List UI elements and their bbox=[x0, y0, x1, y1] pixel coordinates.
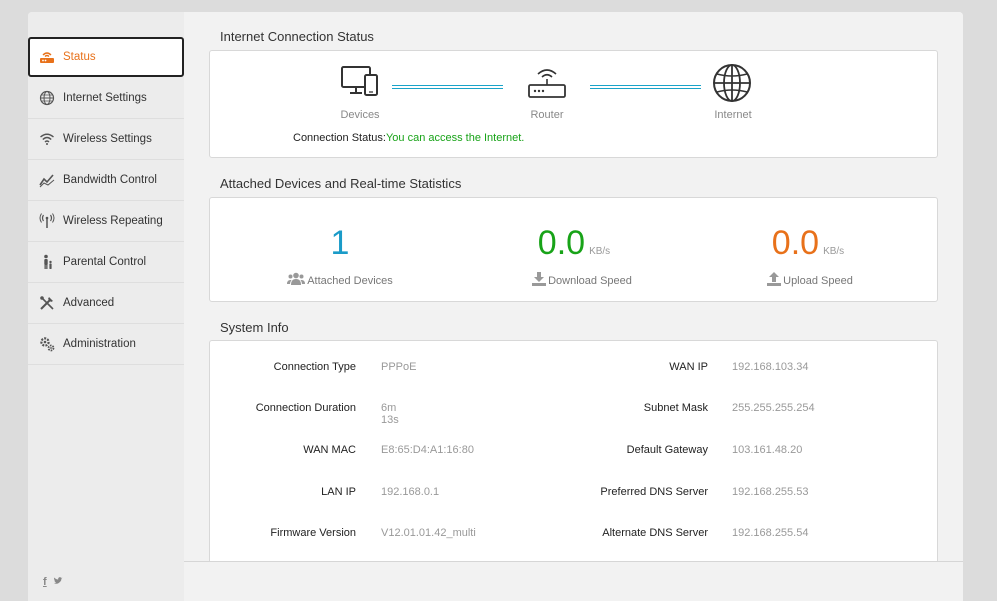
sidebar-item-label: Wireless Repeating bbox=[63, 215, 163, 227]
sidebar-item-advanced[interactable]: Advanced bbox=[28, 283, 184, 324]
upload-speed-stat: 0.0 KB/s bbox=[708, 224, 908, 263]
users-group-icon bbox=[287, 272, 306, 289]
system-info-panel: Connection Type PPPoE Connection Duratio… bbox=[209, 340, 938, 570]
upload-speed-value: 0.0 bbox=[771, 224, 820, 262]
statistics-panel: 1 Attached Devices 0.0 KB/s Download Spee… bbox=[209, 197, 938, 302]
gears-icon bbox=[38, 335, 56, 353]
upload-speed-caption: Upload Speed bbox=[710, 272, 910, 289]
sidebar: Status Internet Settings Wireless Settin… bbox=[28, 12, 184, 601]
devices-label: Devices bbox=[340, 109, 380, 121]
attached-devices-count: 1 bbox=[330, 224, 350, 262]
attached-devices-label: Attached Devices bbox=[307, 274, 393, 287]
connection-status-line: Connection Status:You can access the Int… bbox=[293, 132, 524, 144]
sidebar-item-label: Wireless Settings bbox=[63, 133, 152, 145]
social-links: f bbox=[43, 576, 63, 589]
wifi-icon bbox=[38, 130, 56, 148]
sidebar-item-wireless-repeating[interactable]: Wireless Repeating bbox=[28, 201, 184, 242]
download-speed-caption: Download Speed bbox=[482, 272, 682, 289]
info-value: 192.168.0.1 bbox=[381, 486, 440, 498]
system-info-title: System Info bbox=[220, 320, 289, 335]
connection-status-title: Internet Connection Status bbox=[220, 29, 374, 44]
info-value: 255.255.255.254 bbox=[732, 402, 815, 414]
twitter-icon[interactable] bbox=[53, 576, 63, 589]
info-key: Subnet Mask bbox=[643, 402, 708, 414]
app-frame: Status Internet Settings Wireless Settin… bbox=[28, 12, 963, 601]
info-value: V12.01.01.42_multi bbox=[381, 527, 476, 539]
facebook-icon[interactable]: f bbox=[43, 576, 47, 589]
internet-label: Internet bbox=[714, 109, 752, 121]
chart-line-icon bbox=[38, 171, 56, 189]
attached-devices-stat: 1 bbox=[240, 224, 440, 263]
info-value: E8:65:D4:A1:16:80 bbox=[381, 444, 474, 456]
statistics-title: Attached Devices and Real-time Statistic… bbox=[220, 176, 462, 191]
info-key: Connection Type bbox=[273, 361, 356, 373]
router-label: Router bbox=[530, 109, 564, 121]
connection-status-value: You can access the Internet. bbox=[385, 132, 525, 144]
parent-child-icon bbox=[38, 253, 56, 271]
info-key: Preferred DNS Server bbox=[600, 486, 708, 498]
upload-speed-label: Upload Speed bbox=[783, 274, 853, 287]
sidebar-nav: Status Internet Settings Wireless Settin… bbox=[28, 37, 184, 365]
download-speed-value: 0.0 bbox=[537, 224, 586, 262]
upload-speed-unit: KB/s bbox=[823, 246, 845, 257]
info-key: Default Gateway bbox=[626, 444, 708, 456]
info-value: 103.161.48.20 bbox=[732, 444, 803, 456]
download-speed-label: Download Speed bbox=[548, 274, 632, 287]
sidebar-item-label: Status bbox=[63, 51, 96, 63]
main-content: Internet Connection Status Devices Route… bbox=[184, 12, 963, 570]
sidebar-item-status[interactable]: Status bbox=[28, 37, 184, 77]
router-status-icon bbox=[38, 48, 56, 66]
router-internet-link bbox=[590, 85, 701, 89]
sidebar-item-administration[interactable]: Administration bbox=[28, 324, 184, 365]
info-key: Firmware Version bbox=[270, 527, 356, 539]
globe-icon bbox=[38, 89, 56, 107]
sidebar-item-label: Parental Control bbox=[63, 256, 147, 268]
info-value: 192.168.255.53 bbox=[732, 486, 809, 498]
upload-icon bbox=[767, 272, 782, 289]
info-key: LAN IP bbox=[321, 486, 356, 498]
sidebar-item-label: Internet Settings bbox=[63, 92, 147, 104]
info-key: WAN IP bbox=[669, 361, 708, 373]
connection-status-key: Connection Status: bbox=[293, 132, 386, 144]
sidebar-item-parental-control[interactable]: Parental Control bbox=[28, 242, 184, 283]
download-speed-unit: KB/s bbox=[589, 246, 611, 257]
info-key: WAN MAC bbox=[303, 444, 356, 456]
internet-globe-icon bbox=[712, 63, 752, 108]
attached-devices-caption: Attached Devices bbox=[240, 272, 440, 289]
antenna-icon bbox=[38, 212, 56, 230]
connection-status-panel: Devices Router Internet Connection Statu… bbox=[209, 50, 938, 158]
sidebar-item-wireless-settings[interactable]: Wireless Settings bbox=[28, 119, 184, 160]
main-footer bbox=[184, 561, 963, 601]
info-value: PPPoE bbox=[381, 361, 417, 373]
download-speed-stat: 0.0 KB/s bbox=[474, 224, 674, 263]
sidebar-item-internet-settings[interactable]: Internet Settings bbox=[28, 78, 184, 119]
info-value: 6m 13s bbox=[381, 402, 399, 426]
info-value: 192.168.255.54 bbox=[732, 527, 809, 539]
devices-icon bbox=[340, 65, 380, 102]
sidebar-item-label: Administration bbox=[63, 338, 136, 350]
info-key: Alternate DNS Server bbox=[602, 527, 708, 539]
router-icon bbox=[527, 65, 567, 104]
devices-router-link bbox=[392, 85, 503, 89]
sidebar-item-bandwidth-control[interactable]: Bandwidth Control bbox=[28, 160, 184, 201]
tools-icon bbox=[38, 294, 56, 312]
info-key: Connection Duration bbox=[255, 402, 356, 414]
sidebar-item-label: Advanced bbox=[63, 297, 115, 309]
download-icon bbox=[532, 272, 547, 289]
sidebar-item-label: Bandwidth Control bbox=[63, 174, 157, 186]
info-value: 192.168.103.34 bbox=[732, 361, 809, 373]
